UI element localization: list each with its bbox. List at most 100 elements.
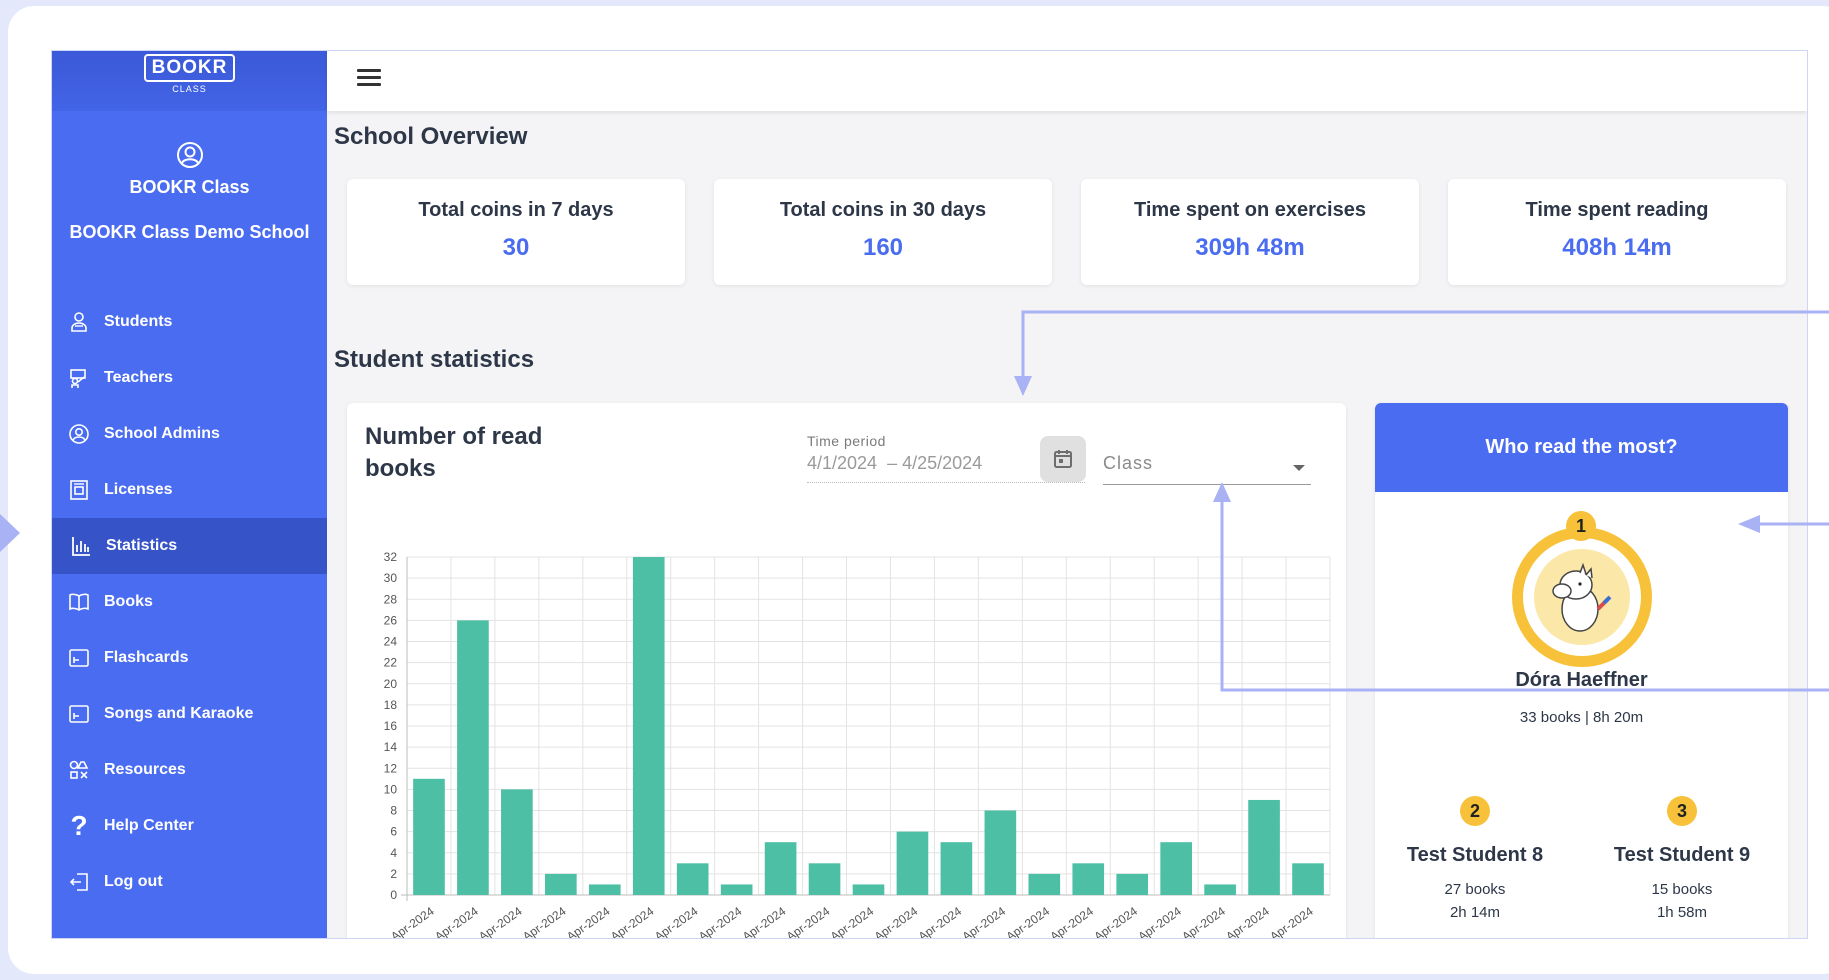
chart-bar bbox=[676, 863, 709, 895]
first-place-name: Dóra Haeffner bbox=[1515, 669, 1648, 691]
sidebar: BOOKR CLASS BOOKR Class BOOKR Class Demo… bbox=[52, 51, 327, 938]
sidebar-item-resources[interactable]: Resources bbox=[52, 742, 327, 798]
y-tick-label: 18 bbox=[384, 698, 398, 712]
calendar-button[interactable] bbox=[1040, 436, 1086, 482]
x-tick-label: Apr-2024 bbox=[564, 904, 613, 939]
chart-bar bbox=[1116, 873, 1149, 895]
y-tick-label: 2 bbox=[390, 867, 397, 881]
date-to: – 4/25/2024 bbox=[887, 453, 983, 473]
chart-bar bbox=[896, 831, 929, 895]
first-place-stats: 33 books | 8h 20m bbox=[1519, 709, 1644, 726]
flashcard-icon bbox=[66, 645, 92, 671]
profile-block: BOOKR Class BOOKR Class Demo School bbox=[52, 111, 327, 243]
chart-bar bbox=[1204, 884, 1236, 895]
sidebar-item-label: School Admins bbox=[104, 425, 220, 442]
help-icon: ? bbox=[70, 810, 88, 841]
chart-bar bbox=[632, 557, 665, 895]
hamburger-menu-icon[interactable] bbox=[357, 69, 381, 93]
chart-bar bbox=[764, 842, 797, 895]
resources-icon bbox=[66, 757, 92, 783]
sidebar-item-log-out[interactable]: Log out bbox=[52, 854, 327, 910]
sidebar-item-books[interactable]: Books bbox=[52, 574, 327, 630]
date-from: 4/1/2024 bbox=[807, 453, 878, 473]
top-bar bbox=[327, 51, 1807, 111]
x-tick-label: Apr-2024 bbox=[916, 904, 965, 939]
stat-card-coins-7-days: Total coins in 7 days 30 bbox=[347, 179, 685, 285]
y-tick-label: 24 bbox=[384, 635, 398, 649]
leaderboard-title: Who read the most? bbox=[1375, 403, 1788, 492]
chevron-down-icon bbox=[1293, 465, 1305, 471]
admin-icon bbox=[66, 421, 92, 447]
sidebar-item-school-admins[interactable]: School Admins bbox=[52, 406, 327, 462]
school-name: BOOKR Class Demo School bbox=[69, 222, 310, 242]
x-tick-label: Apr-2024 bbox=[1091, 904, 1140, 939]
y-tick-label: 28 bbox=[384, 592, 398, 606]
x-tick-label: Apr-2024 bbox=[652, 904, 701, 939]
sidebar-item-label: Statistics bbox=[106, 537, 178, 554]
sidebar-item-teachers[interactable]: Teachers bbox=[52, 350, 327, 406]
stat-label: Total coins in 7 days bbox=[418, 199, 614, 221]
sidebar-item-students[interactable]: Students bbox=[52, 294, 327, 350]
y-tick-label: 6 bbox=[390, 825, 397, 839]
sidebar-nav: Students Teachers School Admins Licenses… bbox=[52, 294, 327, 910]
chart-bar bbox=[940, 842, 973, 895]
y-tick-label: 30 bbox=[384, 571, 398, 585]
y-tick-label: 26 bbox=[384, 613, 398, 627]
logo-band: BOOKR CLASS bbox=[52, 51, 327, 111]
moomin-avatar-icon bbox=[1534, 549, 1630, 645]
logout-icon bbox=[66, 869, 92, 895]
brand-logo[interactable]: BOOKR bbox=[143, 54, 236, 82]
sidebar-item-songs-and-karaoke[interactable]: Songs and Karaoke bbox=[52, 686, 327, 742]
stat-value: 160 bbox=[862, 234, 904, 261]
x-tick-label: Apr-2024 bbox=[828, 904, 877, 939]
chart-bar bbox=[808, 863, 841, 895]
calendar-icon bbox=[1054, 450, 1072, 468]
sidebar-item-label: Teachers bbox=[104, 369, 174, 386]
y-tick-label: 22 bbox=[384, 656, 398, 670]
x-tick-label: Apr-2024 bbox=[388, 904, 437, 939]
karaoke-icon bbox=[66, 701, 92, 727]
rank-badge-2: 2 bbox=[1460, 796, 1490, 826]
sidebar-item-licenses[interactable]: Licenses bbox=[52, 462, 327, 518]
read-books-bar-chart: 02468101214161820222426283032Apr-2024Apr… bbox=[384, 550, 1331, 939]
student-statistics-title: Student statistics bbox=[334, 346, 535, 373]
x-tick-label: Apr-2024 bbox=[1135, 904, 1184, 939]
x-tick-label: Apr-2024 bbox=[432, 904, 481, 939]
third-place: 3 Test Student 9 15 books 1h 58m bbox=[1582, 796, 1782, 921]
chart-bar bbox=[1160, 842, 1192, 895]
chart-bar bbox=[984, 810, 1017, 895]
sidebar-item-label: Songs and Karaoke bbox=[104, 705, 254, 722]
third-place-name: Test Student 9 bbox=[1613, 844, 1751, 866]
sidebar-item-help-center[interactable]: ? Help Center bbox=[52, 798, 327, 854]
sidebar-item-statistics[interactable]: Statistics bbox=[52, 518, 327, 574]
chart-bar bbox=[1292, 863, 1324, 895]
x-tick-label: Apr-2024 bbox=[960, 904, 1009, 939]
x-tick-label: Apr-2024 bbox=[872, 904, 921, 939]
sidebar-item-flashcards[interactable]: Flashcards bbox=[52, 630, 327, 686]
x-tick-label: Apr-2024 bbox=[1179, 904, 1228, 939]
x-tick-label: Apr-2024 bbox=[476, 904, 525, 939]
x-tick-label: Apr-2024 bbox=[784, 904, 833, 939]
chart-bar bbox=[1248, 799, 1280, 895]
sidebar-item-label: Flashcards bbox=[104, 649, 189, 666]
x-tick-label: Apr-2024 bbox=[520, 904, 569, 939]
sidebar-item-label: Log out bbox=[104, 873, 163, 890]
y-tick-label: 4 bbox=[390, 846, 397, 860]
rank-badge-3: 3 bbox=[1667, 796, 1697, 826]
sidebar-item-label: Resources bbox=[104, 761, 186, 778]
chart-bar bbox=[1072, 863, 1105, 895]
read-books-chart-card: Number of read books Time period 4/1/202… bbox=[347, 403, 1346, 939]
y-tick-label: 12 bbox=[384, 761, 398, 775]
y-tick-label: 20 bbox=[384, 677, 398, 691]
chart-bar bbox=[588, 884, 621, 895]
stat-value: 408h 14m bbox=[1562, 234, 1672, 261]
stat-label: Time spent on exercises bbox=[1134, 199, 1366, 221]
third-place-books: 15 books bbox=[1651, 881, 1713, 898]
first-place-avatar[interactable] bbox=[1512, 527, 1652, 667]
rank-badge-1: 1 bbox=[1566, 511, 1596, 541]
stat-card-time-exercises: Time spent on exercises 309h 48m bbox=[1081, 179, 1419, 285]
x-tick-label: Apr-2024 bbox=[1223, 904, 1272, 939]
main-content: School Overview Total coins in 7 days 30… bbox=[327, 111, 1807, 938]
class-select[interactable]: Class bbox=[1103, 453, 1311, 485]
y-tick-label: 10 bbox=[384, 782, 398, 796]
